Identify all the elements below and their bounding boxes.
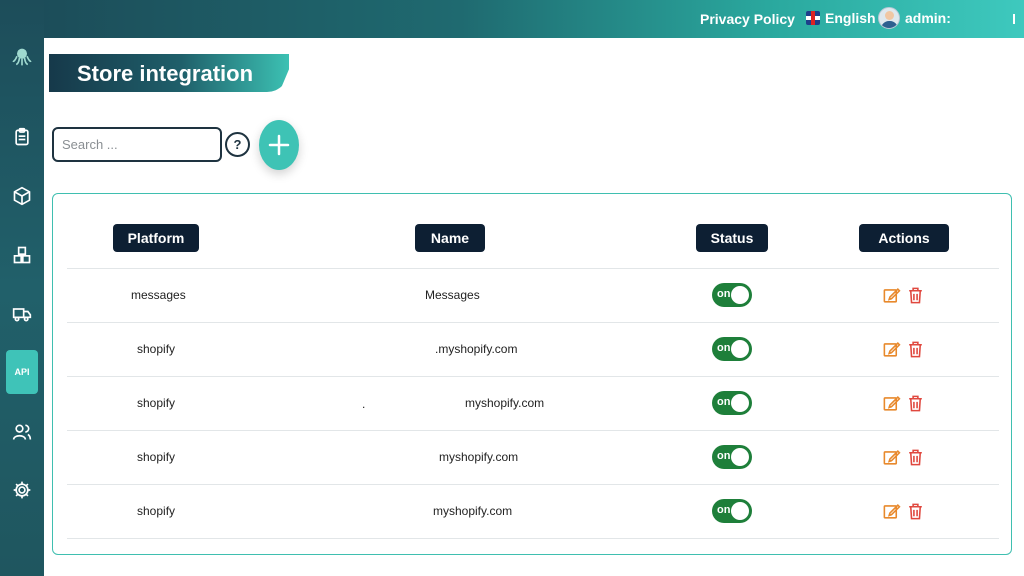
help-button[interactable]: ? (225, 132, 250, 157)
avatar (878, 7, 900, 29)
clipboard-icon[interactable] (7, 122, 37, 152)
delete-icon[interactable] (905, 500, 925, 522)
status-label: on (717, 342, 731, 354)
uk-flag-icon (806, 11, 820, 25)
table-header: Platform Name Status Actions (53, 194, 1011, 268)
language-selector[interactable]: English (806, 10, 876, 26)
delete-icon[interactable] (905, 338, 925, 360)
table-bottom-divider (67, 538, 999, 539)
toggle-knob (731, 340, 749, 358)
name-cell: Messages (425, 288, 480, 302)
integrations-table: Platform Name Status Actions messages Me… (52, 193, 1012, 555)
edit-icon[interactable] (881, 446, 901, 468)
users-icon[interactable] (7, 417, 37, 447)
toggle-knob (731, 286, 749, 304)
truck-icon[interactable] (7, 299, 37, 329)
api-label: API (14, 367, 30, 377)
box-icon[interactable] (7, 181, 37, 211)
toggle-knob (731, 394, 749, 412)
octopus-logo-icon[interactable] (7, 42, 37, 72)
add-integration-button[interactable] (259, 120, 299, 170)
table-row: shopify .myshopify.com on (67, 322, 999, 376)
language-label: English (825, 10, 876, 26)
status-toggle[interactable]: on (712, 445, 752, 469)
status-toggle[interactable]: on (712, 499, 752, 523)
main-content: Store integration ? Platform Name Status… (44, 38, 1024, 576)
page-title-banner: Store integration (49, 54, 289, 92)
edit-icon[interactable] (881, 338, 901, 360)
user-menu[interactable]: admin: (878, 7, 951, 29)
status-label: on (717, 288, 731, 300)
platform-cell: shopify (137, 396, 176, 410)
status-toggle[interactable]: on (712, 391, 752, 415)
status-label: on (717, 396, 731, 408)
gear-icon[interactable] (7, 475, 37, 505)
column-header-platform[interactable]: Platform (113, 224, 199, 252)
platform-cell: messages (131, 288, 186, 302)
user-name: admin: (905, 10, 951, 26)
name-cell: myshopify.com (465, 396, 545, 410)
privacy-policy-link[interactable]: Privacy Policy (700, 11, 795, 27)
status-toggle[interactable]: on (712, 337, 752, 361)
toggle-knob (731, 448, 749, 466)
cubes-icon[interactable] (7, 240, 37, 270)
platform-cell: shopify (137, 342, 176, 356)
table-row: shopify myshopify.com on (67, 484, 999, 538)
delete-icon[interactable] (905, 284, 925, 306)
sidebar: API (0, 0, 44, 576)
platform-cell: shopify (137, 504, 176, 518)
toggle-knob (731, 502, 749, 520)
name-cell: myshopify.com (433, 504, 513, 518)
edit-icon[interactable] (881, 392, 901, 414)
column-header-status[interactable]: Status (696, 224, 768, 252)
sidebar-item-api[interactable]: API (6, 350, 38, 394)
table-row: shopify . myshopify.com on (67, 376, 999, 430)
delete-icon[interactable] (905, 446, 925, 468)
edit-icon[interactable] (881, 284, 901, 306)
platform-cell: shopify (137, 450, 176, 464)
table-row: shopify myshopify.com on (67, 430, 999, 484)
top-bar: Privacy Policy English admin: (0, 0, 1024, 38)
status-label: on (717, 450, 731, 462)
status-toggle[interactable]: on (712, 283, 752, 307)
plus-icon (268, 134, 290, 156)
search-input[interactable] (52, 127, 222, 162)
name-cell: myshopify.com (439, 450, 519, 464)
column-header-name[interactable]: Name (415, 224, 485, 252)
more-menu-icon[interactable] (1013, 14, 1015, 24)
name-prefix: . (362, 397, 366, 411)
edit-icon[interactable] (881, 500, 901, 522)
page-title: Store integration (77, 61, 254, 86)
status-label: on (717, 504, 731, 516)
delete-icon[interactable] (905, 392, 925, 414)
name-cell: .myshopify.com (435, 342, 518, 356)
column-header-actions[interactable]: Actions (859, 224, 949, 252)
table-row: messages Messages on (67, 268, 999, 322)
